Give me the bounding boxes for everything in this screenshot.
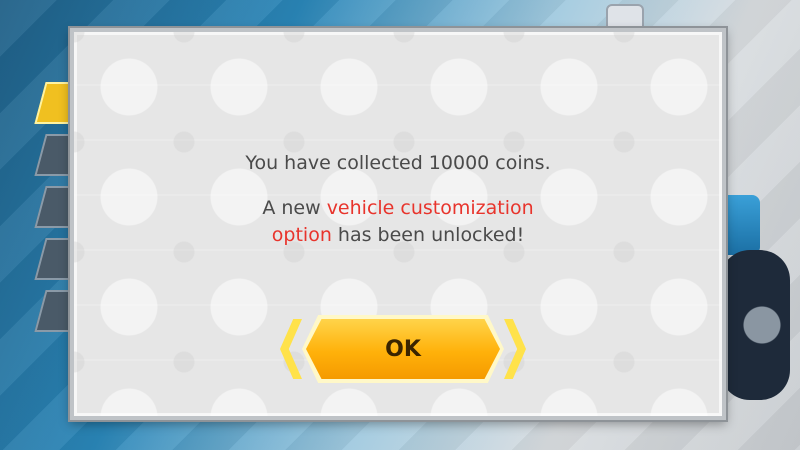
vehicle-part: [720, 195, 760, 255]
unlock-message-line2: option has been unlocked!: [74, 222, 722, 249]
unlock-highlight-b: option: [271, 224, 332, 246]
unlock-highlight-a: vehicle customization: [326, 197, 534, 219]
unlock-message-line1: A new vehicle customization: [74, 195, 722, 222]
coins-message: You have collected 10000 coins.: [245, 152, 551, 174]
dialog-message: You have collected 10000 coins. A new ve…: [74, 150, 722, 249]
ok-button-group[interactable]: OK: [280, 315, 526, 385]
tire-icon: [720, 250, 790, 400]
unlock-prefix: A new: [262, 197, 327, 219]
unlock-suffix: has been unlocked!: [331, 224, 525, 246]
unlock-dialog: You have collected 10000 coins. A new ve…: [70, 28, 726, 420]
ok-button[interactable]: OK: [306, 319, 500, 379]
